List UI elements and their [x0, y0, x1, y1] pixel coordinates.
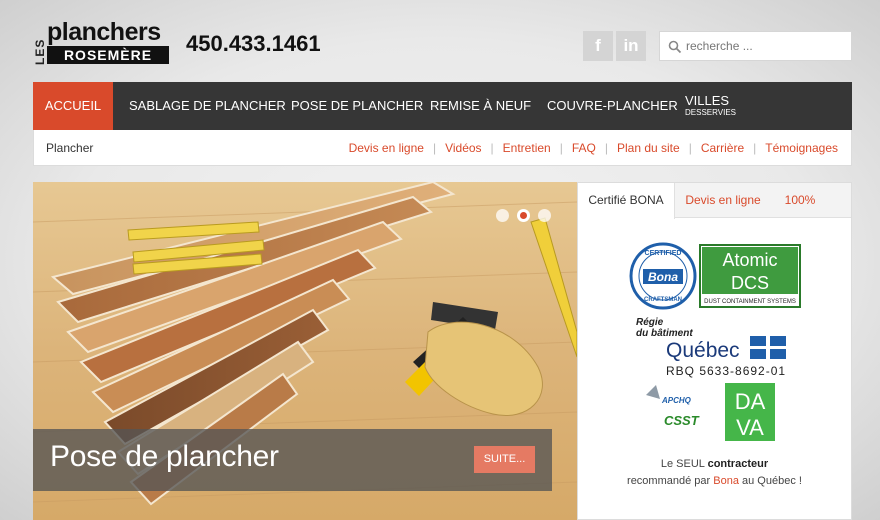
- slide-title: Pose de plancher: [50, 440, 279, 473]
- nav-item-villes[interactable]: VILLES DESSERVIES: [685, 94, 736, 118]
- tab-100[interactable]: 100%: [774, 183, 826, 218]
- atomic-dcs-text: DCS: [731, 273, 769, 293]
- nav-item-pose[interactable]: POSE DE PLANCHER: [291, 82, 423, 130]
- nav-item-remise[interactable]: REMISE À NEUF: [430, 82, 531, 130]
- breadcrumb: Plancher: [46, 141, 94, 155]
- slide-caption: Pose de plancher SUITE...: [33, 429, 552, 491]
- separator: |: [559, 141, 563, 155]
- atomic-dcs-logo: Atomic DCS DUST CONTAINMENT SYSTEMS: [699, 244, 801, 308]
- slider-dot-2[interactable]: [517, 209, 530, 222]
- apchq-csst-logo: APCHQ CSST: [646, 385, 700, 428]
- nav-villes-sub: DESSERVIES: [685, 108, 736, 117]
- link-videos[interactable]: Vidéos: [445, 141, 481, 155]
- bona-brand-text: Bona: [648, 270, 678, 284]
- search-icon[interactable]: [668, 40, 682, 54]
- link-devis[interactable]: Devis en ligne: [349, 141, 424, 155]
- separator: |: [432, 141, 437, 155]
- atomic-sub-text: DUST CONTAINMENT SYSTEMS: [704, 299, 796, 305]
- atomic-title-text: Atomic: [722, 250, 777, 270]
- claim-mid: recommandé par: [627, 475, 711, 487]
- suite-button[interactable]: SUITE...: [474, 446, 535, 473]
- rbq-logo: Régie du bâtiment Québec RBQ 5633-8692-0…: [636, 317, 786, 378]
- nav-item-sablage[interactable]: SABLAGE DE PLANCHER: [129, 82, 286, 130]
- claim-bold: contracteur: [707, 458, 769, 470]
- tab-certifie-bona[interactable]: Certifié BONA: [578, 183, 675, 219]
- rbq-regie-text: Régie: [636, 317, 664, 328]
- claim-pre: Le SEUL: [660, 458, 705, 470]
- link-plan-du-site[interactable]: Plan du site: [617, 141, 680, 155]
- quebec-flag-icon: [750, 336, 786, 359]
- link-temoignages[interactable]: Témoignages: [765, 141, 838, 155]
- bona-certified-text: CERTIFIED: [645, 250, 682, 257]
- main-nav: ACCUEIL SABLAGE DE PLANCHER POSE DE PLAN…: [33, 82, 852, 130]
- site-logo[interactable]: LES planchers ROSEMÈRE: [33, 18, 169, 66]
- separator: |: [753, 141, 757, 155]
- rbq-batiment-text: du bâtiment: [636, 328, 693, 339]
- search-input[interactable]: [686, 36, 846, 56]
- bona-claim: Le SEUL contracteur recommandé par Bona …: [578, 456, 851, 490]
- tab-devis-en-ligne[interactable]: Devis en ligne: [682, 183, 764, 218]
- certification-panel: Certifié BONA Devis en ligne 100% CERTIF…: [577, 182, 852, 520]
- claim-brand[interactable]: Bona: [713, 475, 739, 487]
- dava-bottom-text: VA: [736, 415, 764, 440]
- separator: |: [604, 141, 608, 155]
- logo-rosemere: ROSEMÈRE: [47, 46, 169, 64]
- dava-top-text: DA: [735, 389, 766, 414]
- csst-text: CSST: [664, 413, 700, 428]
- logo-planchers: planchers: [47, 18, 161, 46]
- panel-tabs: Certifié BONA Devis en ligne 100%: [578, 183, 851, 219]
- page: LES planchers ROSEMÈRE 450.433.1461 f in…: [0, 0, 880, 520]
- apchq-text: APCHQ: [661, 396, 692, 405]
- bona-craftsman-text: CRAFTSMAN: [644, 297, 682, 303]
- nav-item-accueil[interactable]: ACCUEIL: [33, 82, 113, 130]
- separator: |: [490, 141, 494, 155]
- rbq-number-text: RBQ 5633-8692-01: [666, 364, 786, 378]
- link-entretien[interactable]: Entretien: [503, 141, 551, 155]
- link-faq[interactable]: FAQ: [572, 141, 596, 155]
- bona-certified-logo: CERTIFIED Bona CRAFTSMAN: [629, 242, 697, 310]
- separator: |: [688, 141, 692, 155]
- rbq-quebec-text: Québec: [666, 339, 740, 362]
- nav-item-couvre[interactable]: COUVRE-PLANCHER: [547, 82, 678, 130]
- hero-slider[interactable]: Pose de plancher SUITE...: [33, 182, 577, 520]
- slider-dot-3[interactable]: [538, 209, 551, 222]
- search-box: [659, 31, 852, 61]
- link-carriere[interactable]: Carrière: [701, 141, 744, 155]
- claim-post: au Québec !: [742, 475, 802, 487]
- slider-dot-1[interactable]: [496, 209, 509, 222]
- facebook-icon[interactable]: f: [583, 31, 613, 61]
- secondary-links: Devis en ligne | Vidéos | Entretien | FAQ | Plan…: [349, 141, 838, 155]
- linkedin-icon[interactable]: in: [616, 31, 646, 61]
- logo-les: LES: [33, 38, 47, 65]
- nav-villes-label: VILLES: [685, 93, 730, 108]
- phone-number[interactable]: 450.433.1461: [186, 31, 321, 57]
- dava-logo: DA VA: [725, 383, 775, 441]
- sub-bar: Plancher Devis en ligne | Vidéos | Entretien…: [33, 130, 852, 166]
